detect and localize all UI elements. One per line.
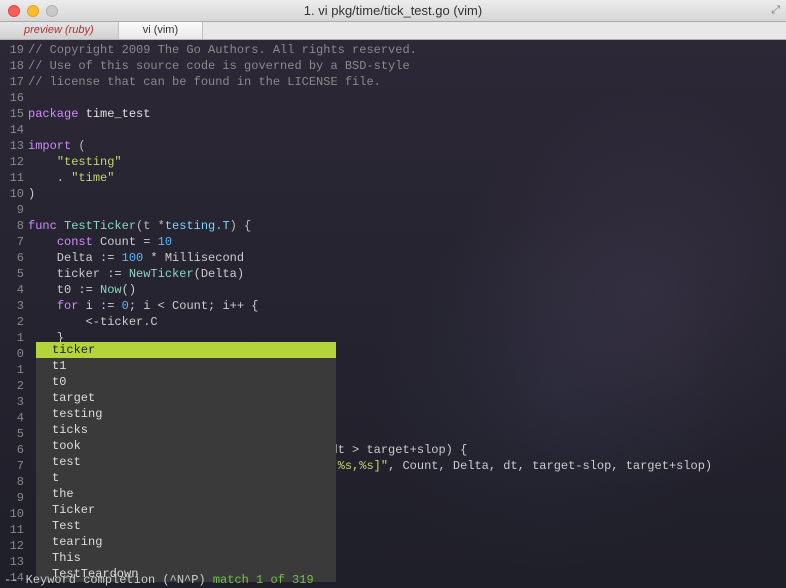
line-number: 9 [0, 490, 28, 506]
completion-item[interactable]: tearing [36, 534, 336, 550]
code-text: // license that can be found in the LICE… [28, 74, 381, 90]
status-match: match 1 of 319 [213, 573, 314, 587]
code-text: // Copyright 2009 The Go Authors. All ri… [28, 42, 417, 58]
line-number: 0 [0, 346, 28, 362]
completion-item[interactable]: target [36, 390, 336, 406]
line-number: 17 [0, 74, 28, 90]
code-text: Delta := 100 * Millisecond [28, 250, 244, 266]
completion-item[interactable]: Test [36, 518, 336, 534]
line-number: 11 [0, 170, 28, 186]
completion-item[interactable]: ticks [36, 422, 336, 438]
completion-item[interactable]: ticker [36, 342, 336, 358]
line-number: 8 [0, 218, 28, 234]
line-number: 2 [0, 314, 28, 330]
line-number: 9 [0, 202, 28, 218]
completion-menu[interactable]: ticker t1 t0 target testing ticks took t… [36, 342, 336, 582]
line-number: 10 [0, 186, 28, 202]
code-text: <-ticker.C [28, 314, 158, 330]
tabbar: preview (ruby) vi (vim) [0, 22, 786, 40]
line-number: 4 [0, 282, 28, 298]
titlebar: 1. vi pkg/time/tick_test.go (vim) ⤢ [0, 0, 786, 22]
editor[interactable]: 19// Copyright 2009 The Go Authors. All … [0, 40, 786, 588]
line-number: 13 [0, 554, 28, 570]
line-number: 7 [0, 234, 28, 250]
completion-item[interactable]: test [36, 454, 336, 470]
line-number: 2 [0, 378, 28, 394]
code-text: . "time" [28, 170, 114, 186]
line-number: 11 [0, 522, 28, 538]
line-number: 19 [0, 42, 28, 58]
line-number: 3 [0, 298, 28, 314]
line-number: 7 [0, 458, 28, 474]
code-text: ticker := NewTicker(Delta) [28, 266, 244, 282]
line-number: 5 [0, 266, 28, 282]
code-text: ) [28, 186, 35, 202]
code-text: "testing" [28, 154, 122, 170]
completion-item[interactable]: This [36, 550, 336, 566]
completion-item[interactable]: took [36, 438, 336, 454]
line-number: 13 [0, 138, 28, 154]
tab-vim[interactable]: vi (vim) [119, 22, 203, 39]
line-number: 12 [0, 154, 28, 170]
line-number: 10 [0, 506, 28, 522]
code-text: // Use of this source code is governed b… [28, 58, 410, 74]
line-number: 4 [0, 410, 28, 426]
completion-item[interactable]: Ticker [36, 502, 336, 518]
window-title: 1. vi pkg/time/tick_test.go (vim) [304, 3, 482, 18]
code-text: func TestTicker(t *testing.T) { [28, 218, 251, 234]
completion-item[interactable]: t0 [36, 374, 336, 390]
code-text: import ( [28, 138, 86, 154]
minimize-icon[interactable] [27, 5, 39, 17]
close-icon[interactable] [8, 5, 20, 17]
line-number: 1 [0, 362, 28, 378]
line-number: 6 [0, 442, 28, 458]
code-text: package time_test [28, 106, 150, 122]
tab-preview[interactable]: preview (ruby) [0, 22, 119, 39]
line-number: 5 [0, 426, 28, 442]
completion-item[interactable]: testing [36, 406, 336, 422]
code-text: const Count = 10 [28, 234, 172, 250]
status-mode: -- Keyword completion (^N^P) [4, 573, 213, 587]
statusbar: -- Keyword completion (^N^P) match 1 of … [0, 572, 786, 588]
code-text: for i := 0; i < Count; i++ { [28, 298, 258, 314]
resize-icon[interactable]: ⤢ [771, 5, 780, 17]
line-number: 12 [0, 538, 28, 554]
code-text: t0 := Now() [28, 282, 136, 298]
line-number: 1 [0, 330, 28, 346]
line-number: 8 [0, 474, 28, 490]
completion-item[interactable]: t1 [36, 358, 336, 374]
line-number: 16 [0, 90, 28, 106]
line-number: 14 [0, 122, 28, 138]
zoom-icon[interactable] [46, 5, 58, 17]
completion-item[interactable]: the [36, 486, 336, 502]
traffic-lights [8, 5, 58, 17]
line-number: 15 [0, 106, 28, 122]
line-number: 18 [0, 58, 28, 74]
line-number: 3 [0, 394, 28, 410]
line-number: 6 [0, 250, 28, 266]
completion-item[interactable]: t [36, 470, 336, 486]
